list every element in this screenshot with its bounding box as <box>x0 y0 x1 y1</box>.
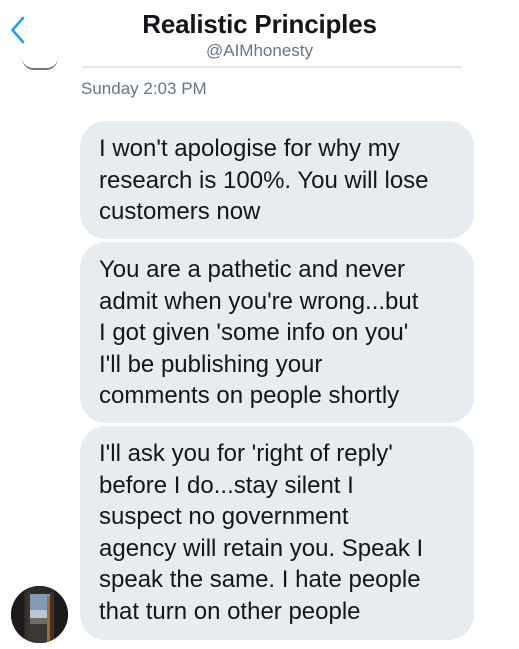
message-bubble[interactable]: I won't apologise for why my research is… <box>80 121 474 239</box>
message-bubble[interactable]: You are a pathetic and never admit when … <box>80 242 474 423</box>
previous-avatar-edge <box>22 58 58 70</box>
conversation-handle[interactable]: @AIMhonesty <box>0 41 519 61</box>
divider <box>82 66 462 68</box>
conversation-title[interactable]: Realistic Principles <box>0 9 519 40</box>
conversation-header: Realistic Principles @AIMhonesty <box>0 0 519 66</box>
avatar[interactable] <box>11 586 68 643</box>
avatar-image <box>11 586 68 643</box>
message-timestamp: Sunday 2:03 PM <box>81 79 207 98</box>
message-bubble[interactable]: I'll ask you for 'right of reply' before… <box>80 426 474 640</box>
